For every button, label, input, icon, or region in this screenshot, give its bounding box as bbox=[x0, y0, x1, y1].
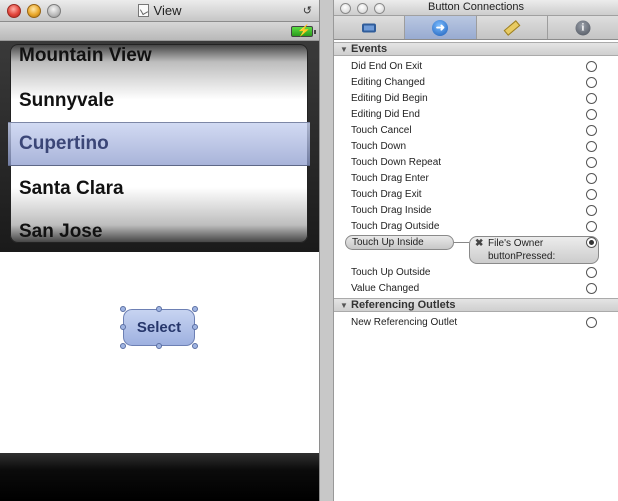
window-title-group: View bbox=[0, 3, 319, 18]
resize-handle[interactable] bbox=[120, 306, 126, 312]
connection-circle[interactable] bbox=[586, 93, 597, 104]
outlet-row-label: New Referencing Outlet bbox=[351, 317, 458, 328]
inspector-title: Button Connections bbox=[427, 1, 524, 13]
connection-circle-connected[interactable] bbox=[586, 237, 597, 248]
connection-circle[interactable] bbox=[586, 267, 597, 278]
picker-selected-row[interactable]: Cupertino bbox=[19, 133, 109, 155]
tab-size[interactable] bbox=[477, 16, 548, 39]
connection-line bbox=[454, 242, 469, 243]
tab-connections[interactable]: ➜ bbox=[405, 16, 477, 39]
events-section-title: Events bbox=[351, 43, 388, 55]
bottom-toolbar bbox=[0, 453, 319, 501]
connection-circle[interactable] bbox=[586, 205, 597, 216]
resize-handle[interactable] bbox=[192, 306, 198, 312]
referencing-outlets-section-header[interactable]: ▼ Referencing Outlets bbox=[334, 298, 618, 312]
resize-handle[interactable] bbox=[156, 306, 162, 312]
connected-event-label: Touch Up Inside bbox=[352, 237, 424, 248]
event-row-label: Did End On Exit bbox=[351, 61, 423, 72]
view-window: View ↺ ⚡ Mountain View Sunnyvale Santa C… bbox=[0, 0, 320, 501]
disclosure-triangle-icon[interactable]: ▼ bbox=[340, 44, 348, 56]
event-row-label: Editing Changed bbox=[351, 77, 425, 88]
event-row-label: Touch Down bbox=[351, 141, 407, 152]
resize-handle[interactable] bbox=[120, 343, 126, 349]
inspector-tabs: ➜ i bbox=[334, 16, 618, 40]
event-row-label: Editing Did Begin bbox=[351, 93, 428, 104]
resize-handle[interactable] bbox=[156, 343, 162, 349]
connection-circle[interactable] bbox=[586, 317, 597, 328]
event-row-label: Editing Did End bbox=[351, 109, 420, 120]
collapse-arrow-icon[interactable]: ↺ bbox=[303, 5, 312, 17]
remove-connection-icon[interactable]: ✖ bbox=[475, 238, 483, 249]
simulated-status-bar: ⚡ bbox=[0, 22, 319, 41]
events-section-header[interactable]: ▼ Events bbox=[334, 42, 618, 56]
event-row-label: Touch Drag Enter bbox=[351, 173, 429, 184]
screen: View ↺ ⚡ Mountain View Sunnyvale Santa C… bbox=[0, 0, 618, 501]
picker-row[interactable]: Santa Clara bbox=[19, 178, 124, 200]
ruler-icon bbox=[503, 19, 521, 36]
tab-identity[interactable]: i bbox=[548, 16, 618, 39]
arrow-circle-icon: ➜ bbox=[432, 19, 449, 36]
connection-circle[interactable] bbox=[586, 189, 597, 200]
inspector-titlebar[interactable]: Button Connections bbox=[334, 0, 618, 16]
tab-attributes[interactable] bbox=[334, 16, 406, 39]
connection-circle[interactable] bbox=[586, 221, 597, 232]
event-row-label: Touch Drag Outside bbox=[351, 221, 440, 232]
resize-handle[interactable] bbox=[192, 324, 198, 330]
connection-circle[interactable] bbox=[586, 61, 597, 72]
connection-action: buttonPressed: bbox=[488, 251, 556, 262]
window-titlebar[interactable]: View ↺ bbox=[0, 0, 319, 22]
connection-circle[interactable] bbox=[586, 77, 597, 88]
event-row-label: Touch Cancel bbox=[351, 125, 412, 136]
picker-row[interactable]: San Jose bbox=[19, 221, 102, 243]
picker-row[interactable]: Mountain View bbox=[19, 45, 152, 67]
touch-up-inside-event[interactable]: Touch Up Inside bbox=[345, 235, 454, 250]
connection-circle[interactable] bbox=[586, 157, 597, 168]
charging-bolt-icon: ⚡ bbox=[297, 25, 311, 37]
window-title: View bbox=[153, 3, 182, 18]
event-row-label: Value Changed bbox=[351, 283, 420, 294]
resize-handle[interactable] bbox=[192, 343, 198, 349]
info-icon: i bbox=[575, 20, 591, 35]
select-button[interactable]: Select bbox=[123, 309, 195, 346]
connection-circle[interactable] bbox=[586, 283, 597, 294]
slider-icon bbox=[362, 23, 377, 32]
event-row-label: Touch Drag Exit bbox=[351, 189, 422, 200]
select-button-container[interactable]: Select bbox=[120, 306, 198, 349]
connection-circle[interactable] bbox=[586, 125, 597, 136]
connection-target-box[interactable]: ✖ File's Owner buttonPressed: bbox=[469, 236, 599, 264]
connection-circle[interactable] bbox=[586, 109, 597, 120]
battery-icon: ⚡ bbox=[291, 25, 316, 37]
inspector-panel: Button Connections ➜ i ▼ Events Did End … bbox=[333, 0, 618, 501]
document-icon bbox=[137, 4, 149, 17]
outlets-section-title: Referencing Outlets bbox=[351, 299, 456, 311]
picker-selection-indicator[interactable]: Cupertino bbox=[8, 122, 310, 166]
disclosure-triangle-icon[interactable]: ▼ bbox=[340, 300, 348, 312]
connection-circle[interactable] bbox=[586, 173, 597, 184]
event-row-label: Touch Drag Inside bbox=[351, 205, 432, 216]
picker-view[interactable]: Mountain View Sunnyvale Santa Clara San … bbox=[0, 41, 319, 252]
resize-handle[interactable] bbox=[120, 324, 126, 330]
event-row-label: Touch Up Outside bbox=[351, 267, 431, 278]
event-row-label: Touch Down Repeat bbox=[351, 157, 442, 168]
picker-row[interactable]: Sunnyvale bbox=[19, 90, 114, 112]
connection-target: File's Owner bbox=[488, 238, 544, 249]
connection-circle[interactable] bbox=[586, 141, 597, 152]
